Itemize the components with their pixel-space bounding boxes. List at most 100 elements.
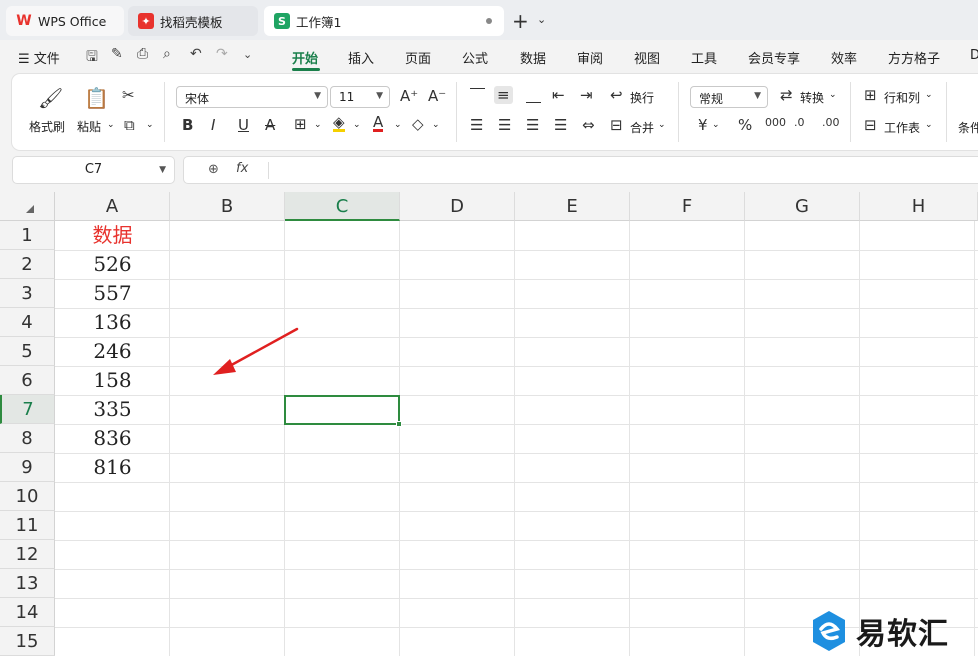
menu-view[interactable]: 视图: [634, 48, 660, 67]
number-format-select[interactable]: 常规 ▼: [690, 86, 768, 108]
percent-icon[interactable]: %: [738, 116, 752, 134]
increase-decimal-icon[interactable]: .0: [794, 116, 805, 129]
paste-button[interactable]: 粘贴: [77, 118, 101, 135]
worksheet-icon[interactable]: ⊟: [864, 116, 877, 134]
row-header-selected[interactable]: 7: [0, 395, 55, 424]
row-header[interactable]: 4: [0, 308, 55, 337]
chevron-down-icon[interactable]: ⌄: [712, 120, 720, 130]
indent-decrease-icon[interactable]: ⇤: [552, 86, 565, 104]
menu-data[interactable]: 数据: [520, 48, 546, 67]
menu-fangfang[interactable]: 方方格子: [888, 48, 940, 67]
currency-icon[interactable]: ¥: [698, 116, 708, 134]
menu-vip[interactable]: 会员专享: [748, 48, 800, 67]
chevron-down-icon[interactable]: ⌄: [829, 90, 837, 100]
convert-button[interactable]: 转换: [800, 89, 824, 106]
row-header[interactable]: 11: [0, 511, 55, 540]
chevron-down-icon[interactable]: ⌄: [658, 120, 666, 130]
font-color-icon[interactable]: A: [373, 115, 384, 132]
new-tab-plus-icon[interactable]: +: [512, 9, 529, 33]
zoom-icon[interactable]: ⊕: [208, 162, 219, 177]
function-icon[interactable]: fx: [236, 161, 248, 176]
merge-cells-icon[interactable]: ⊟: [610, 116, 623, 134]
border-icon[interactable]: ⊞: [294, 115, 307, 133]
select-all-corner[interactable]: [0, 192, 55, 221]
align-bottom-icon[interactable]: ⎽: [526, 86, 541, 104]
conditional-format-button[interactable]: 条件: [958, 119, 978, 136]
chevron-down-icon[interactable]: ⌄: [537, 13, 546, 26]
column-header-g[interactable]: G: [745, 192, 860, 221]
row-header[interactable]: 3: [0, 279, 55, 308]
row-col-icon[interactable]: ⊞: [864, 86, 877, 104]
cell-a3[interactable]: 557: [56, 279, 169, 308]
column-header-c[interactable]: C: [285, 192, 400, 221]
menu-page[interactable]: 页面: [405, 48, 431, 67]
menu-formula[interactable]: 公式: [462, 48, 488, 67]
chevron-down-icon[interactable]: ⌄: [394, 120, 402, 130]
justify-icon[interactable]: ☰: [554, 116, 567, 134]
row-header[interactable]: 9: [0, 453, 55, 482]
menu-review[interactable]: 审阅: [577, 48, 603, 67]
name-box[interactable]: C7 ▼: [12, 156, 175, 184]
copy-icon[interactable]: ⧉: [124, 116, 135, 134]
spreadsheet-grid[interactable]: A B C D E F G H 1 2 3 4 5 6 7 8 9 10 11 …: [0, 192, 978, 656]
cut-icon[interactable]: ✂: [122, 86, 135, 104]
menu-tools[interactable]: 工具: [691, 48, 717, 67]
formula-bar[interactable]: ⊕ fx: [183, 156, 978, 184]
chevron-down-icon[interactable]: ⌄: [432, 120, 440, 130]
align-center-icon[interactable]: ☰: [498, 116, 511, 134]
undo-icon[interactable]: ↶: [190, 46, 202, 62]
row-header[interactable]: 5: [0, 337, 55, 366]
column-header-e[interactable]: E: [515, 192, 630, 221]
strikethrough-icon[interactable]: A: [265, 116, 275, 134]
unsaved-dot-icon[interactable]: [486, 18, 492, 24]
indent-increase-icon[interactable]: ⇥: [580, 86, 593, 104]
distributed-icon[interactable]: ⇔: [582, 116, 595, 134]
cell-a8[interactable]: 836: [56, 424, 169, 453]
fill-color-icon[interactable]: ◈: [333, 115, 345, 132]
format-painter-button[interactable]: 格式刷: [29, 118, 65, 135]
save-icon[interactable]: 🖫: [86, 46, 98, 70]
worksheet-button[interactable]: 工作表: [884, 119, 920, 136]
cell-a2[interactable]: 526: [56, 250, 169, 279]
column-header-h[interactable]: H: [860, 192, 978, 221]
row-header[interactable]: 12: [0, 540, 55, 569]
tab-docer-templates[interactable]: ✦ 找稻壳模板: [128, 6, 258, 36]
cell-a7[interactable]: 335: [56, 395, 169, 424]
cell-a6[interactable]: 158: [56, 366, 169, 395]
font-size-select[interactable]: 11 ▼: [330, 86, 390, 108]
print-icon[interactable]: ⎙: [137, 46, 148, 62]
merge-cells-button[interactable]: 合并: [630, 119, 654, 136]
thousands-separator-icon[interactable]: 000: [765, 116, 786, 129]
convert-icon[interactable]: ⇄: [780, 86, 793, 104]
cell-a5[interactable]: 246: [56, 337, 169, 366]
menu-more[interactable]: D: [970, 48, 978, 63]
menu-insert[interactable]: 插入: [348, 48, 374, 67]
menu-home[interactable]: 开始: [292, 48, 318, 67]
align-left-icon[interactable]: ☰: [470, 116, 483, 134]
row-header[interactable]: 14: [0, 598, 55, 627]
row-header[interactable]: 13: [0, 569, 55, 598]
chevron-down-icon[interactable]: ⌄: [925, 120, 933, 130]
eraser-icon[interactable]: ◇: [412, 115, 424, 133]
column-header-b[interactable]: B: [170, 192, 285, 221]
chevron-down-icon[interactable]: ⌄: [243, 48, 252, 61]
paste-icon[interactable]: 📋: [84, 86, 109, 110]
align-right-icon[interactable]: ☰: [526, 116, 539, 134]
align-middle-icon[interactable]: ≡: [494, 86, 513, 104]
brush-icon[interactable]: ✎: [111, 46, 123, 62]
column-header-a[interactable]: A: [55, 192, 170, 221]
wrap-text-button[interactable]: 换行: [630, 89, 654, 106]
font-size-increase-icon[interactable]: A⁺: [400, 87, 418, 105]
chevron-down-icon[interactable]: ⌄: [314, 120, 322, 130]
chevron-down-icon[interactable]: ⌄: [146, 120, 154, 130]
tab-workbook[interactable]: S 工作簿1: [264, 6, 504, 36]
align-top-icon[interactable]: ⎺: [470, 86, 485, 104]
cell-a9[interactable]: 816: [56, 453, 169, 482]
column-header-f[interactable]: F: [630, 192, 745, 221]
menu-efficiency[interactable]: 效率: [831, 48, 857, 67]
column-header-d[interactable]: D: [400, 192, 515, 221]
chevron-down-icon[interactable]: ⌄: [925, 90, 933, 100]
underline-icon[interactable]: U: [238, 116, 249, 134]
print-preview-icon[interactable]: ⌕: [163, 46, 171, 62]
chevron-down-icon[interactable]: ▼: [159, 157, 166, 183]
